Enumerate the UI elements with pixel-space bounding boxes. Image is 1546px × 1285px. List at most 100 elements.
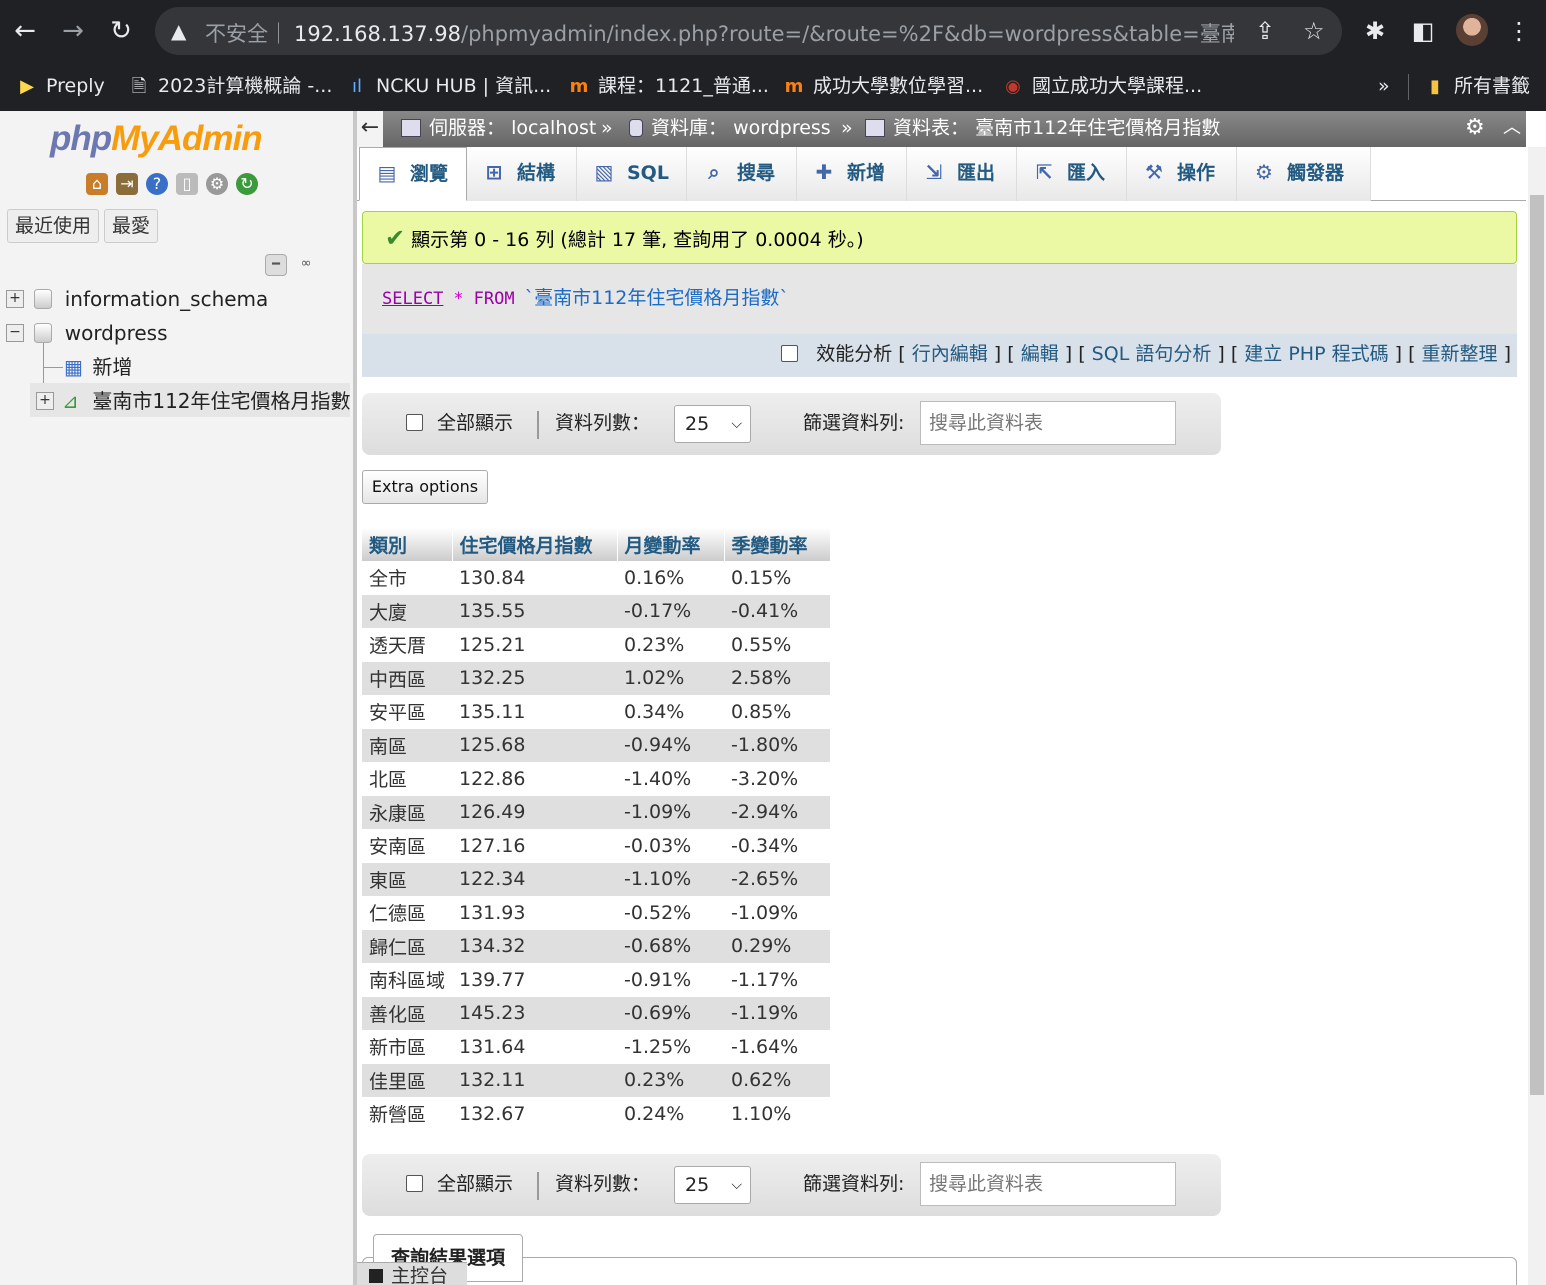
favorites-tab[interactable]: 最愛: [104, 209, 159, 243]
address-bar[interactable]: ▲ 不安全｜ 192.168.137.98/phpmyadmin/index.p…: [155, 7, 1342, 55]
table-cell[interactable]: -0.52%: [617, 896, 724, 930]
filter-rows-input[interactable]: 搜尋此資料表: [920, 1162, 1176, 1206]
table-cell[interactable]: 130.84: [452, 561, 617, 595]
table-cell[interactable]: 135.55: [452, 594, 617, 628]
table-row[interactable]: 仁德區 131.93 -0.52% -1.09%: [362, 896, 830, 930]
logout-icon[interactable]: ⇥: [116, 173, 138, 195]
table-cell[interactable]: 全市: [362, 561, 452, 595]
menu-icon[interactable]: ⋮: [1502, 14, 1536, 48]
table-cell[interactable]: -0.41%: [724, 594, 830, 628]
table-cell[interactable]: 中西區: [362, 661, 452, 695]
bookmark-item[interactable]: ◉ 國立成功大學課程...: [1002, 72, 1202, 100]
column-header[interactable]: 季變動率: [724, 528, 831, 561]
table-cell[interactable]: 善化區: [362, 996, 452, 1030]
expand-icon[interactable]: +: [36, 392, 54, 410]
tree-db-information-schema[interactable]: information_schema: [34, 284, 268, 314]
show-all-toggle[interactable]: 全部顯示: [406, 1172, 513, 1196]
table-row[interactable]: 北區 122.86 -1.40% -3.20%: [362, 762, 830, 796]
table-cell[interactable]: 125.21: [452, 628, 617, 662]
table-cell[interactable]: -0.03%: [617, 829, 724, 863]
table-row[interactable]: 歸仁區 134.32 -0.68% 0.29%: [362, 929, 830, 963]
rows-per-page-select[interactable]: 25 ⌵: [674, 1166, 751, 1204]
side-panel-icon[interactable]: ◧: [1406, 14, 1440, 48]
table-cell[interactable]: 132.25: [452, 661, 617, 695]
tab-operations[interactable]: ⚒ 操作: [1127, 147, 1237, 201]
table-cell[interactable]: 0.62%: [724, 1063, 830, 1097]
collapse-icon[interactable]: −: [6, 324, 24, 342]
table-row[interactable]: 中西區 132.25 1.02% 2.58%: [362, 661, 830, 695]
phpmyadmin-logo[interactable]: phpMyAdmin: [50, 119, 263, 159]
column-header[interactable]: 住宅價格月指數: [452, 528, 618, 561]
table-cell[interactable]: -0.69%: [617, 996, 724, 1030]
forward-arrow-icon[interactable]: →: [54, 12, 92, 50]
table-cell[interactable]: 大廈: [362, 594, 452, 628]
extensions-icon[interactable]: ✱: [1358, 14, 1392, 48]
breadcrumb-database[interactable]: 資料庫： wordpress: [629, 111, 831, 145]
table-cell[interactable]: 145.23: [452, 996, 617, 1030]
tree-db-wordpress[interactable]: wordpress: [34, 318, 168, 348]
bookmark-item[interactable]: 🗎 2023計算機概論 -...: [128, 72, 333, 100]
table-cell[interactable]: 新市區: [362, 1030, 452, 1064]
table-cell[interactable]: -2.94%: [724, 795, 830, 829]
bookmark-item[interactable]: m 課程：1121_普通...: [568, 72, 769, 100]
tab-export[interactable]: ⇲ 匯出: [907, 147, 1017, 201]
table-cell[interactable]: -0.17%: [617, 594, 724, 628]
table-cell[interactable]: 0.15%: [724, 561, 830, 595]
table-cell[interactable]: 125.68: [452, 728, 617, 762]
collapse-nav-arrow-icon[interactable]: ←: [357, 111, 383, 147]
create-php-code-link[interactable]: 建立 PHP 程式碼: [1244, 343, 1388, 365]
inline-edit-link[interactable]: 行內編輯: [912, 343, 988, 365]
help-icon[interactable]: ?: [146, 173, 168, 195]
profiling-checkbox[interactable]: [781, 345, 799, 362]
table-cell[interactable]: 新營區: [362, 1097, 452, 1131]
column-header[interactable]: 月變動率: [617, 528, 725, 561]
table-row[interactable]: 透天厝 125.21 0.23% 0.55%: [362, 628, 830, 662]
refresh-icon[interactable]: ↻: [236, 173, 258, 195]
rows-per-page-select[interactable]: 25 ⌵: [674, 405, 751, 443]
tab-insert[interactable]: ✚ 新增: [797, 147, 907, 201]
table-cell[interactable]: 北區: [362, 762, 452, 796]
expand-icon[interactable]: +: [6, 290, 24, 308]
table-cell[interactable]: 1.02%: [617, 661, 724, 695]
tab-structure[interactable]: ⊞ 結構: [467, 147, 577, 201]
table-cell[interactable]: 安南區: [362, 829, 452, 863]
documentation-icon[interactable]: ▯: [176, 173, 198, 195]
sql-keyword-select[interactable]: SELECT: [382, 289, 443, 309]
table-cell[interactable]: 0.24%: [617, 1097, 724, 1131]
extra-options-button[interactable]: Extra options: [362, 470, 488, 504]
profile-avatar[interactable]: [1456, 14, 1488, 46]
all-bookmarks[interactable]: ▮ 所有書籤: [1424, 72, 1530, 100]
breadcrumb-table[interactable]: 資料表： 臺南市112年住宅價格月指數: [865, 111, 1220, 145]
table-cell[interactable]: 0.85%: [724, 695, 830, 729]
link-icon[interactable]: ∞: [295, 254, 317, 276]
tab-search[interactable]: ⌕ 搜尋: [687, 147, 797, 201]
bookmark-preply[interactable]: ▶ Preply: [16, 72, 105, 100]
table-row[interactable]: 永康區 126.49 -1.09% -2.94%: [362, 795, 830, 829]
bookmark-item[interactable]: m 成功大學數位學習...: [783, 72, 984, 100]
table-cell[interactable]: 127.16: [452, 829, 617, 863]
back-arrow-icon[interactable]: ←: [6, 12, 44, 50]
table-cell[interactable]: 永康區: [362, 795, 452, 829]
scrollbar-thumb[interactable]: [1530, 195, 1544, 1095]
settings-icon[interactable]: ⚙: [206, 173, 228, 195]
console-toggle[interactable]: 主控台: [357, 1262, 467, 1285]
table-cell[interactable]: 135.11: [452, 695, 617, 729]
tree-table-item[interactable]: ⊿ 臺南市112年住宅價格月指數: [62, 386, 351, 416]
table-row[interactable]: 新營區 132.67 0.24% 1.10%: [362, 1097, 830, 1131]
table-cell[interactable]: -1.19%: [724, 996, 830, 1030]
page-settings-gear-icon[interactable]: ⚙: [1465, 111, 1485, 145]
table-cell[interactable]: -0.34%: [724, 829, 830, 863]
tab-sql[interactable]: ▧ SQL: [577, 147, 687, 201]
table-cell[interactable]: -1.25%: [617, 1030, 724, 1064]
table-cell[interactable]: -0.68%: [617, 929, 724, 963]
collapse-top-icon[interactable]: ︿: [1503, 111, 1521, 145]
table-cell[interactable]: 0.34%: [617, 695, 724, 729]
table-cell[interactable]: -1.17%: [724, 963, 830, 997]
bookmarks-overflow[interactable]: »: [1378, 72, 1390, 100]
tab-browse[interactable]: ▤ 瀏覽: [359, 147, 467, 201]
page-scrollbar[interactable]: [1528, 147, 1546, 1285]
collapse-all-icon[interactable]: ━: [265, 254, 287, 276]
panel-splitter[interactable]: [353, 111, 357, 1285]
share-icon[interactable]: ⇪: [1255, 17, 1275, 45]
reload-icon[interactable]: ↻: [102, 12, 140, 50]
